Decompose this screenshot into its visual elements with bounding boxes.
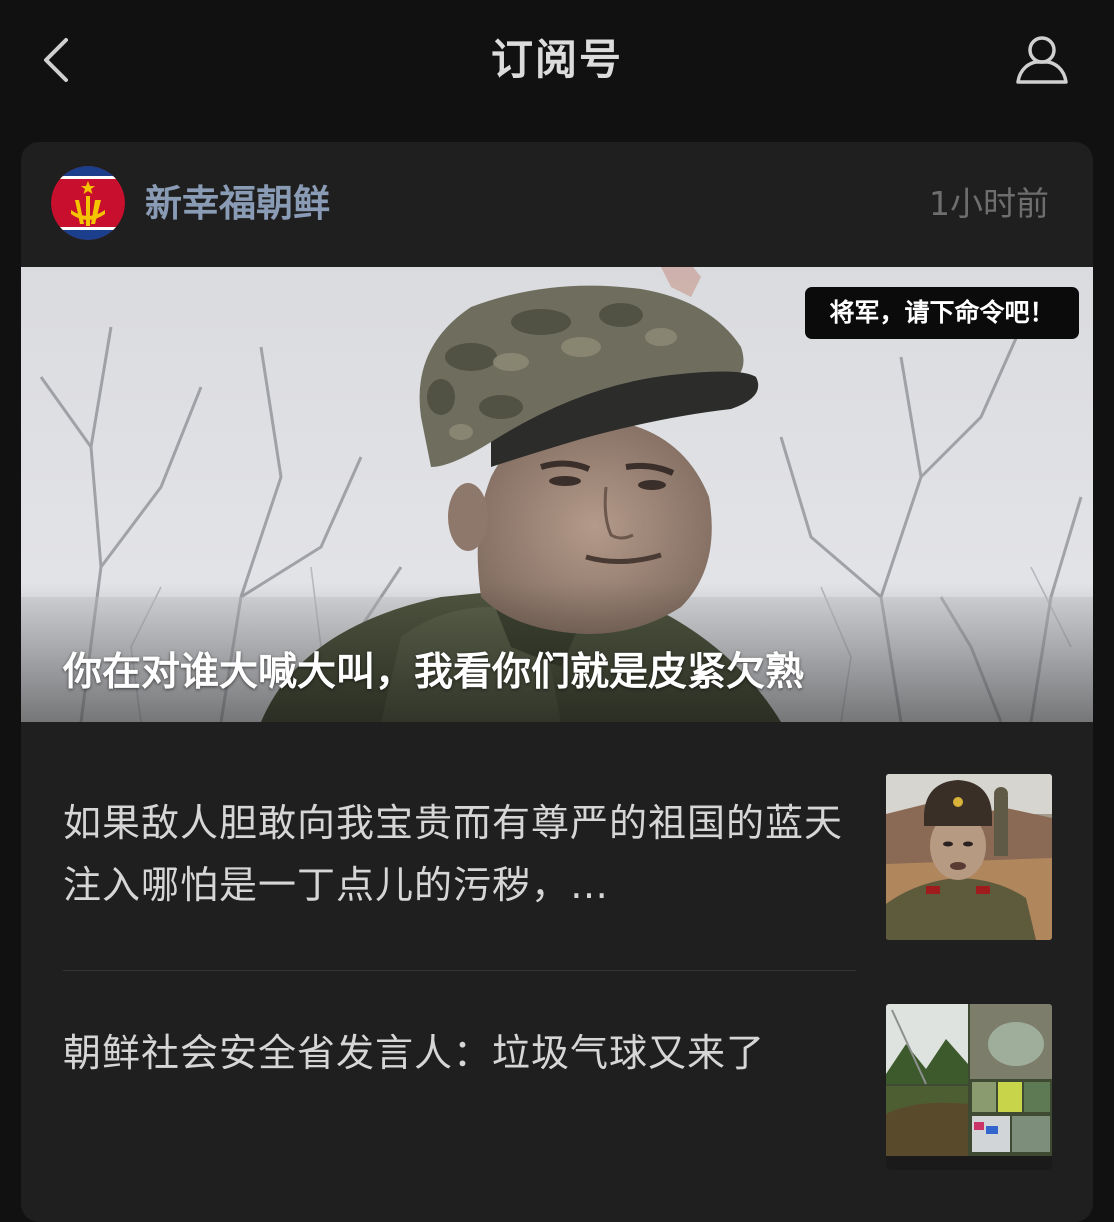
subscription-card: 新幸福朝鲜 1小时前 将军，请下命令吧！ 你在对谁大喊大叫，我看你们就是皮紧欠熟… [21, 142, 1093, 1222]
hero-article[interactable]: 将军，请下命令吧！ 你在对谁大喊大叫，我看你们就是皮紧欠熟 [21, 267, 1093, 722]
hero-sticker-label: 将军，请下命令吧！ [805, 287, 1079, 339]
article-title: 如果敌人胆敢向我宝贵而有尊严的祖国的蓝天注入哪怕是一丁点儿的污秽，… [63, 801, 843, 907]
account-name[interactable]: 新幸福朝鲜 [145, 178, 330, 230]
article-item[interactable]: 如果敌人胆敢向我宝贵而有尊严的祖国的蓝天注入哪怕是一丁点儿的污秽，… [21, 754, 1093, 964]
account-header: 新幸福朝鲜 1小时前 [21, 142, 1093, 266]
post-timestamp: 1小时前 [929, 184, 1049, 223]
hero-headline: 你在对谁大喊大叫，我看你们就是皮紧欠熟 [63, 650, 805, 695]
article-thumbnail [886, 774, 1052, 940]
article-item[interactable]: 朝鲜社会安全省发言人：垃圾气球又来了 [21, 984, 1093, 1194]
person-icon [1016, 36, 1068, 84]
top-nav-bar: 订阅号 [0, 0, 1114, 120]
party-emblem-icon [51, 166, 125, 240]
article-divider [63, 970, 856, 971]
profile-button[interactable] [1010, 30, 1074, 90]
article-thumbnail [886, 1004, 1052, 1170]
account-avatar[interactable] [51, 166, 125, 240]
page-title: 订阅号 [490, 35, 623, 84]
article-title: 朝鲜社会安全省发言人：垃圾气球又来了 [63, 1031, 766, 1075]
